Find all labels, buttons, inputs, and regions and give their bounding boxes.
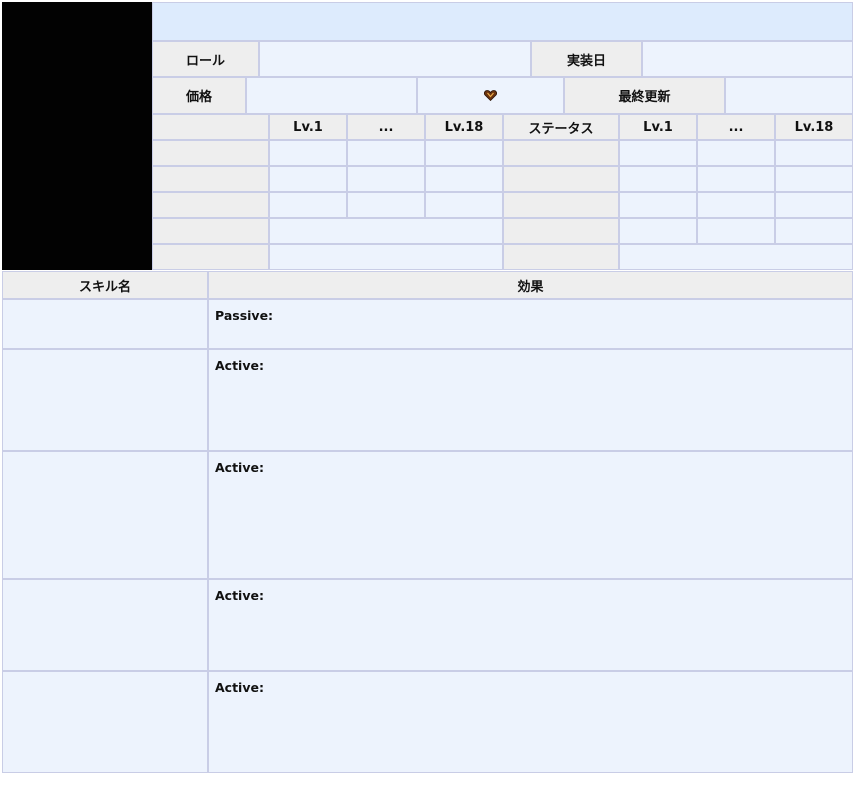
stat-value-cell: [697, 166, 775, 192]
price-label: 価格: [152, 77, 246, 114]
stat-name-cell: [152, 218, 269, 244]
stat-value-cell: [269, 192, 347, 218]
stats-header-ellipsis-right: ...: [697, 114, 775, 140]
champion-name-bar: [152, 2, 853, 41]
stat-value-cell: [697, 192, 775, 218]
stat-value-cell: [775, 192, 853, 218]
stat-name-cell: [152, 140, 269, 166]
skill-name-cell: [2, 671, 208, 773]
stats-header-ellipsis: ...: [347, 114, 425, 140]
stat-value-cell: [347, 140, 425, 166]
stats-header-status: ステータス: [503, 114, 619, 140]
stat-value-cell: [425, 192, 503, 218]
stat-value-cell: [697, 140, 775, 166]
stat-value-cell: [269, 244, 503, 270]
stat-value-cell: [425, 140, 503, 166]
stat-value-cell: [619, 244, 853, 270]
role-value: [259, 41, 531, 77]
stat-name-cell: [152, 244, 269, 270]
stat-value-cell: [269, 218, 503, 244]
stat-value-cell: [619, 218, 697, 244]
skill-type-active: Active:: [208, 579, 853, 671]
stat-name-cell: [503, 166, 619, 192]
skill-type-active: Active:: [208, 671, 853, 773]
stat-value-cell: [269, 140, 347, 166]
stat-name-cell: [503, 140, 619, 166]
last-updated-value: [725, 77, 853, 114]
skill-name-cell: [2, 349, 208, 451]
release-date-value: [642, 41, 853, 77]
skill-effect-header: 効果: [208, 271, 853, 299]
stat-value-cell: [347, 192, 425, 218]
stat-value-cell: [619, 166, 697, 192]
stat-name-cell: [152, 166, 269, 192]
stat-name-cell: [503, 192, 619, 218]
skill-type-active: Active:: [208, 349, 853, 451]
stat-name-cell: [503, 244, 619, 270]
skill-name-cell: [2, 299, 208, 349]
release-date-label: 実装日: [531, 41, 642, 77]
price-currency-cell: [417, 77, 564, 114]
stats-header-lv1: Lv.1: [269, 114, 347, 140]
skill-name-header: スキル名: [2, 271, 208, 299]
stats-header-lv1-right: Lv.1: [619, 114, 697, 140]
stat-value-cell: [775, 218, 853, 244]
price-value: [246, 77, 417, 114]
stat-name-cell: [503, 218, 619, 244]
skill-name-cell: [2, 451, 208, 579]
skill-name-cell: [2, 579, 208, 671]
skill-type-passive: Passive:: [208, 299, 853, 349]
skill-type-active: Active:: [208, 451, 853, 579]
last-updated-label: 最終更新: [564, 77, 725, 114]
stats-header-lv18: Lv.18: [425, 114, 503, 140]
champion-portrait: [2, 2, 152, 270]
stat-value-cell: [775, 140, 853, 166]
stat-name-cell: [152, 192, 269, 218]
heart-gem-icon: [484, 90, 497, 101]
stats-header-blank: [152, 114, 269, 140]
role-label: ロール: [152, 41, 259, 77]
stat-value-cell: [619, 140, 697, 166]
stat-value-cell: [697, 218, 775, 244]
stat-value-cell: [775, 166, 853, 192]
stat-value-cell: [269, 166, 347, 192]
stats-header-lv18-right: Lv.18: [775, 114, 853, 140]
stat-value-cell: [347, 166, 425, 192]
stat-value-cell: [425, 166, 503, 192]
stat-value-cell: [619, 192, 697, 218]
